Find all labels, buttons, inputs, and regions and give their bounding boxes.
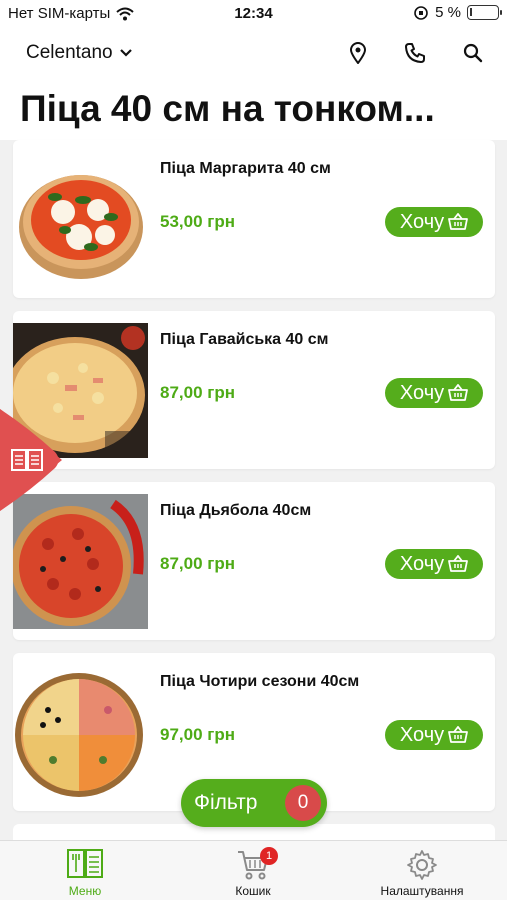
- product-name: Піца Дьябола 40см: [160, 502, 312, 519]
- tab-cart-label: Кошик: [235, 884, 271, 898]
- page-title: Піца 40 см на тонком...: [20, 88, 435, 129]
- product-image: [13, 152, 148, 287]
- product-price: 97,00 грн: [160, 725, 235, 744]
- product-name: Піца Чотири сезони 40см: [160, 673, 360, 690]
- want-button-label: Хочу: [399, 552, 445, 575]
- product-price: 87,00 грн: [160, 554, 235, 573]
- product-name: Піца Маргарита 40 см: [160, 160, 331, 177]
- want-button-label: Хочу: [399, 723, 445, 746]
- want-button[interactable]: Хочу: [385, 549, 483, 579]
- search-icon: [463, 43, 483, 63]
- status-right: 5 %: [413, 4, 502, 21]
- want-button-label: Хочу: [399, 210, 445, 233]
- tab-settings-label: Налаштування: [380, 884, 464, 898]
- menu-book-icon: [67, 849, 103, 878]
- product-card[interactable]: Піца Гавайська 40 см 87,00 грн Хочу: [13, 311, 495, 469]
- chevron-down-icon: [119, 49, 132, 57]
- search-button[interactable]: [460, 40, 486, 66]
- gear-icon: [407, 850, 437, 880]
- product-price: 53,00 грн: [160, 212, 235, 231]
- tab-menu[interactable]: Меню: [55, 841, 115, 900]
- product-card[interactable]: Піца Дьябола 40см 87,00 грн Хочу: [13, 482, 495, 640]
- status-bar: Нет SIM-карты 12:34 5 %: [0, 0, 507, 28]
- product-card[interactable]: Піца Маргарита 40 см 53,00 грн Хочу: [13, 140, 495, 298]
- phone-icon: [405, 43, 425, 63]
- filter-button[interactable]: Фільтр 0: [181, 779, 327, 827]
- orientation-lock-icon: [414, 5, 428, 20]
- tab-menu-label: Меню: [68, 884, 102, 898]
- basket-icon: [448, 213, 469, 230]
- side-menu-tab[interactable]: [0, 409, 62, 511]
- basket-icon: [448, 384, 469, 401]
- product-price: 87,00 грн: [160, 383, 235, 402]
- brand-selector[interactable]: Celentano: [26, 42, 133, 64]
- want-button[interactable]: Хочу: [385, 207, 483, 237]
- want-button-label: Хочу: [399, 381, 445, 404]
- phone-button[interactable]: [402, 40, 428, 66]
- battery-icon: [467, 5, 502, 20]
- filter-label: Фільтр: [194, 791, 258, 814]
- location-icon: [349, 42, 367, 64]
- want-button[interactable]: Хочу: [385, 720, 483, 750]
- basket-icon: [448, 555, 469, 572]
- bottom-tab-bar: Меню Кошик 1 Налаштування: [0, 840, 507, 900]
- cart-count-badge: 1: [260, 847, 278, 865]
- location-button[interactable]: [345, 40, 371, 66]
- product-image: [13, 494, 148, 629]
- filter-count-badge: 0: [285, 785, 321, 821]
- app-header: Celentano: [0, 28, 507, 78]
- want-button[interactable]: Хочу: [385, 378, 483, 408]
- basket-icon: [448, 726, 469, 743]
- title-section: Піца 40 см на тонком...: [0, 78, 507, 140]
- brand-name: Celentano: [26, 42, 113, 63]
- product-image: [13, 665, 148, 800]
- product-name: Піца Гавайська 40 см: [160, 331, 329, 348]
- battery-percent: 5 %: [435, 4, 461, 21]
- book-icon: [11, 449, 43, 471]
- tab-settings[interactable]: Налаштування: [381, 841, 463, 900]
